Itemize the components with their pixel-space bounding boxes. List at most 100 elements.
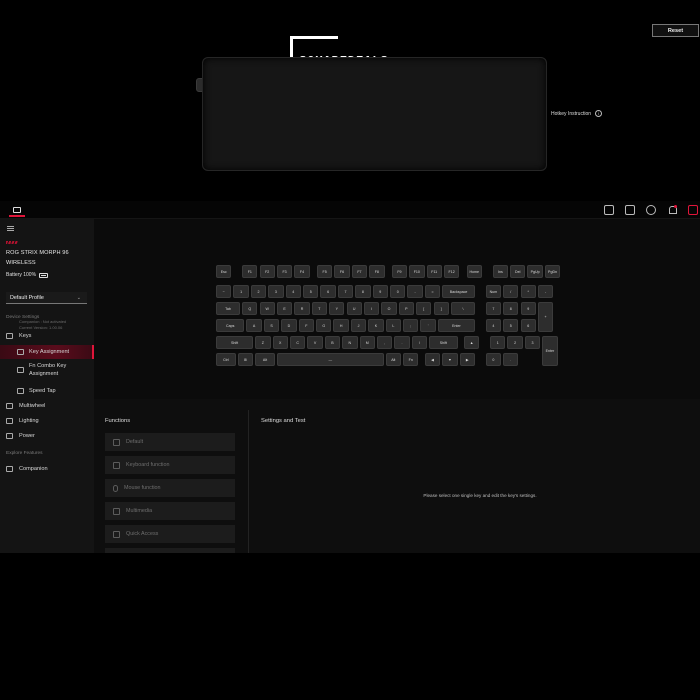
key-sym12[interactable]: ]: [433, 302, 449, 315]
sidebar-item-multiwheel[interactable]: Multiwheel: [0, 399, 94, 413]
key-s[interactable]: S: [263, 319, 280, 332]
key-3[interactable]: 3: [268, 285, 284, 298]
key-0[interactable]: 0: [390, 285, 406, 298]
rog-icon[interactable]: [688, 205, 698, 215]
key-caps[interactable]: Caps: [216, 319, 245, 332]
sidebar-item-key-assignment[interactable]: Key Assignment: [0, 345, 94, 359]
key-p[interactable]: P: [398, 302, 415, 315]
key-sym10[interactable]: ;: [403, 319, 419, 332]
key-f4[interactable]: F4: [294, 265, 310, 278]
key-f11[interactable]: F11: [426, 265, 442, 278]
key-v[interactable]: V: [307, 336, 323, 349]
key-7[interactable]: 7: [485, 302, 502, 315]
key-4[interactable]: 4: [285, 285, 301, 298]
key-tab[interactable]: Tab: [216, 302, 241, 315]
key-e[interactable]: E: [276, 302, 293, 315]
key-sym0[interactable]: ~: [216, 285, 232, 298]
key-y[interactable]: Y: [329, 302, 345, 315]
key-f3[interactable]: F3: [276, 265, 293, 278]
image-icon[interactable]: [625, 205, 635, 215]
key-pgup[interactable]: PgUp: [527, 265, 543, 278]
sync-icon[interactable]: [646, 205, 656, 215]
key-f2[interactable]: F2: [259, 265, 275, 278]
key-f1[interactable]: F1: [242, 265, 258, 278]
key-n[interactable]: N: [342, 336, 358, 349]
key-f12[interactable]: F12: [443, 265, 460, 278]
sidebar-item-speed-tap[interactable]: Speed Tap: [0, 384, 94, 398]
key-5[interactable]: 5: [303, 285, 319, 298]
key-6[interactable]: 6: [520, 319, 536, 332]
key-r[interactable]: R: [294, 302, 310, 315]
key-b[interactable]: B: [324, 336, 341, 349]
function-quick-access[interactable]: Quick Access: [105, 525, 235, 543]
key-sym8[interactable]: ,: [376, 336, 393, 349]
key-sym13[interactable]: \: [450, 302, 475, 315]
key-ctrl[interactable]: Ctrl: [216, 353, 236, 366]
key-enter[interactable]: Enter: [437, 319, 475, 332]
reset-button[interactable]: Reset: [652, 24, 699, 37]
key-d[interactable]: D: [281, 319, 297, 332]
key-m[interactable]: M: [359, 336, 375, 349]
key-pgdn[interactable]: PgDn: [544, 265, 561, 278]
notification-bell-icon[interactable]: [667, 205, 677, 215]
profile-dropdown[interactable]: Default Profile ⌄: [6, 292, 87, 304]
key-fn[interactable]: Fn: [403, 353, 419, 366]
device-tab-icon[interactable]: [9, 204, 25, 217]
sidebar-item-lighting[interactable]: Lighting: [0, 414, 94, 428]
key-num[interactable]: Num: [485, 285, 502, 298]
key-2[interactable]: 2: [507, 336, 523, 349]
key-a[interactable]: A: [246, 319, 262, 332]
key-sym16[interactable]: *: [520, 285, 536, 298]
key-1[interactable]: 1: [490, 336, 506, 349]
key-shift[interactable]: Shift: [216, 336, 254, 349]
key-sym15[interactable]: /: [503, 285, 519, 298]
key-esc[interactable]: Esc: [216, 265, 232, 278]
key-sym17[interactable]: -: [537, 285, 554, 298]
key-f10[interactable]: F10: [409, 265, 425, 278]
window-icon[interactable]: [604, 205, 614, 215]
key-6[interactable]: 6: [320, 285, 336, 298]
key-f7[interactable]: F7: [351, 265, 368, 278]
key-sym8[interactable]: ▶: [459, 353, 475, 366]
key-5[interactable]: 5: [503, 319, 519, 332]
menu-icon[interactable]: [7, 226, 14, 231]
key-g[interactable]: G: [316, 319, 332, 332]
key-8[interactable]: 8: [503, 302, 519, 315]
key-sym11[interactable]: -: [407, 285, 423, 298]
key-i[interactable]: I: [363, 302, 380, 315]
key-f5[interactable]: F5: [316, 265, 333, 278]
key-2[interactable]: 2: [250, 285, 267, 298]
hotkey-instruction[interactable]: Hotkey Instruction i: [551, 110, 603, 117]
key-o[interactable]: O: [381, 302, 397, 315]
key-4[interactable]: 4: [485, 319, 502, 332]
key-f9[interactable]: F9: [391, 265, 408, 278]
key-z[interactable]: Z: [255, 336, 271, 349]
sidebar-item-companion[interactable]: Companion: [0, 462, 94, 476]
key-8[interactable]: 8: [355, 285, 371, 298]
key-9[interactable]: 9: [372, 285, 388, 298]
key-ins[interactable]: Ins: [492, 265, 509, 278]
key-j[interactable]: J: [350, 319, 367, 332]
key-alt[interactable]: Alt: [255, 353, 275, 366]
key-7[interactable]: 7: [337, 285, 354, 298]
key-1[interactable]: 1: [233, 285, 249, 298]
key-sym10[interactable]: .: [503, 353, 519, 366]
key-sym7[interactable]: ▼: [442, 353, 458, 366]
key-f6[interactable]: F6: [334, 265, 350, 278]
key-9[interactable]: 9: [520, 302, 536, 315]
key-q[interactable]: Q: [242, 302, 258, 315]
key-c[interactable]: C: [289, 336, 306, 349]
key-sym10[interactable]: /: [411, 336, 428, 349]
key-del[interactable]: Del: [510, 265, 526, 278]
key-0[interactable]: 0: [485, 353, 502, 366]
key-sym11[interactable]: ': [420, 319, 436, 332]
function-more[interactable]: [105, 548, 235, 553]
key-sym6[interactable]: ◀: [424, 353, 441, 366]
key-u[interactable]: U: [346, 302, 362, 315]
sidebar-item-keys[interactable]: Keys: [0, 329, 94, 343]
key-l[interactable]: L: [385, 319, 402, 332]
key-alt[interactable]: Alt: [385, 353, 402, 366]
key-sym11[interactable]: [: [416, 302, 432, 315]
key-backspace[interactable]: Backspace: [442, 285, 475, 298]
key-f[interactable]: F: [298, 319, 315, 332]
